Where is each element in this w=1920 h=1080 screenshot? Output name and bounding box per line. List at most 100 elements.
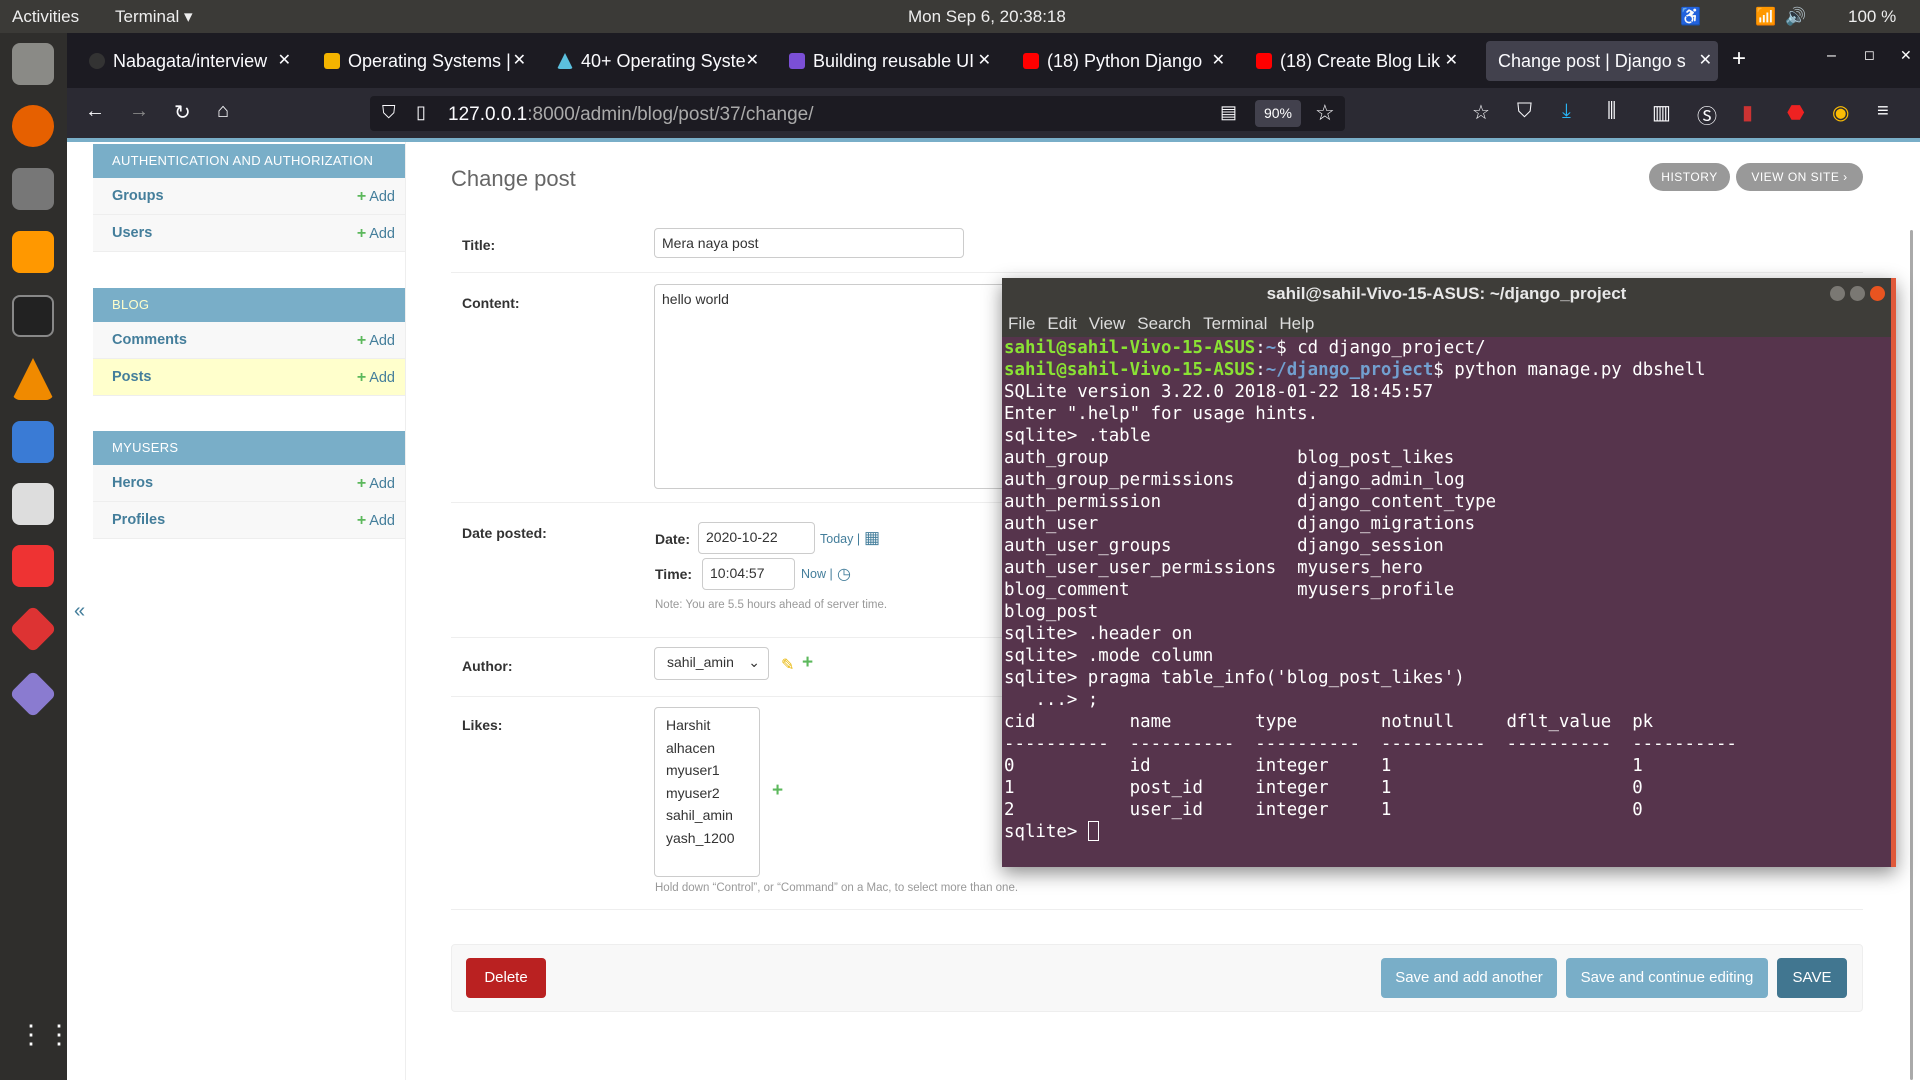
maximize-button[interactable]: ◻	[1864, 47, 1875, 63]
forward-icon[interactable]: →	[129, 100, 149, 123]
module-header[interactable]: AUTHENTICATION AND AUTHORIZATION	[93, 144, 405, 178]
text-editor-icon[interactable]	[12, 483, 54, 525]
git-icon[interactable]	[9, 605, 57, 653]
url-bar[interactable]: ⛉ ▯ 127.0.0.1:8000/admin/blog/post/37/ch…	[370, 96, 1345, 131]
add-link[interactable]: + Add	[357, 359, 395, 397]
close-tab-icon[interactable]: ✕	[746, 41, 759, 81]
close-tab-icon[interactable]: ✕	[513, 41, 526, 81]
menu-help[interactable]: Help	[1279, 314, 1314, 333]
sublime-text-icon[interactable]	[12, 231, 54, 273]
save-and-continue-button[interactable]: Save and continue editing	[1566, 958, 1768, 998]
back-icon[interactable]: ←	[85, 100, 105, 123]
close-window-button[interactable]: ✕	[1900, 47, 1912, 64]
wifi-icon[interactable]: 📶	[1755, 7, 1776, 27]
app-icon[interactable]	[9, 670, 57, 718]
time-input[interactable]: 10:04:57	[702, 558, 795, 590]
date-input[interactable]: 2020-10-22	[698, 522, 815, 554]
battery-level[interactable]: 100 %	[1848, 7, 1896, 27]
likes-option[interactable]: myuser2	[666, 782, 748, 805]
likes-option[interactable]: alhacen	[666, 737, 748, 760]
sidebar-item-comments[interactable]: Comments + Add	[93, 322, 405, 359]
zoom-level[interactable]: 90%	[1255, 100, 1301, 127]
volume-icon[interactable]: 🔊	[1785, 7, 1806, 27]
terminal-close-button[interactable]	[1870, 286, 1885, 301]
sidebar-item-users[interactable]: Users + Add	[93, 215, 405, 252]
bookmark-star-icon[interactable]: ☆	[1315, 100, 1335, 126]
new-tab-button[interactable]: +	[1732, 45, 1746, 73]
extension-icon[interactable]: ▮	[1742, 100, 1753, 125]
close-tab-icon[interactable]: ✕	[978, 41, 991, 81]
extension-s-icon[interactable]: Ⓢ	[1697, 100, 1717, 129]
page-scrollbar[interactable]	[1910, 230, 1913, 1080]
content-textarea[interactable]: hello world	[654, 284, 1014, 489]
module-header[interactable]: BLOG	[93, 288, 405, 322]
firefox-icon[interactable]	[12, 105, 54, 147]
add-link[interactable]: + Add	[357, 322, 395, 360]
browser-tab[interactable]: 40+ Operating Syste ✕	[545, 41, 765, 81]
save-button[interactable]: SAVE	[1777, 958, 1847, 998]
sidebar-icon[interactable]: ▥	[1652, 100, 1671, 125]
sidebar-item-posts[interactable]: Posts + Add	[93, 359, 405, 396]
menu-view[interactable]: View	[1089, 314, 1126, 333]
files-icon[interactable]	[12, 43, 54, 85]
reader-view-icon[interactable]: ▤	[1220, 102, 1237, 123]
history-button[interactable]: HISTORY	[1649, 163, 1730, 191]
sidebar-item-groups[interactable]: Groups + Add	[93, 178, 405, 215]
sidebar-item-heros[interactable]: Heros + Add	[93, 465, 405, 502]
close-tab-icon[interactable]: ✕	[1699, 41, 1712, 81]
title-input[interactable]: Mera naya post	[654, 228, 964, 258]
save-and-add-another-button[interactable]: Save and add another	[1381, 958, 1557, 998]
chrome-extension-icon[interactable]: ◉	[1832, 100, 1849, 125]
browser-tab[interactable]: (18) Create Blog Lik ✕	[1244, 41, 1464, 81]
library-icon[interactable]: ⫼	[1607, 100, 1616, 123]
sidebar-item-profiles[interactable]: Profiles + Add	[93, 502, 405, 539]
close-tab-icon[interactable]: ✕	[1445, 41, 1458, 81]
menu-terminal[interactable]: Terminal	[1203, 314, 1267, 333]
likes-option[interactable]: yash_1200	[666, 827, 748, 850]
module-header[interactable]: MYUSERS	[93, 431, 405, 465]
download-icon[interactable]: ⤓	[1562, 100, 1571, 123]
tasks-icon[interactable]	[12, 421, 54, 463]
terminal-titlebar[interactable]: sahil@sahil-Vivo-15-ASUS: ~/django_proje…	[1002, 278, 1891, 310]
browser-tab[interactable]: Building reusable UI ✕	[777, 41, 997, 81]
terminal-window[interactable]: sahil@sahil-Vivo-15-ASUS: ~/django_proje…	[1002, 278, 1896, 867]
activities-button[interactable]: Activities	[12, 7, 79, 27]
add-like-icon[interactable]: +	[772, 780, 783, 802]
vlc-icon[interactable]	[12, 358, 54, 400]
browser-tab-active[interactable]: Change post | Django s ✕	[1486, 41, 1718, 81]
browser-tab[interactable]: Operating Systems | ✕	[312, 41, 532, 81]
author-select[interactable]: sahil_amin ⌄	[654, 647, 769, 680]
close-tab-icon[interactable]: ✕	[278, 41, 291, 81]
add-link[interactable]: + Add	[357, 465, 395, 503]
add-author-icon[interactable]: +	[802, 652, 813, 674]
add-link[interactable]: + Add	[357, 502, 395, 540]
reload-icon[interactable]: ↻	[174, 100, 191, 125]
edit-pencil-icon[interactable]: ✎	[781, 655, 794, 675]
likes-option[interactable]: myuser1	[666, 759, 748, 782]
menu-icon[interactable]: ≡	[1877, 100, 1889, 123]
add-link[interactable]: + Add	[357, 178, 395, 216]
delete-button[interactable]: Delete	[466, 958, 546, 998]
close-tab-icon[interactable]: ✕	[1212, 41, 1225, 81]
browser-tab[interactable]: Nabagata/interview ✕	[77, 41, 297, 81]
document-viewer-icon[interactable]	[12, 545, 54, 587]
today-link[interactable]: Today |	[820, 532, 860, 546]
clock[interactable]: Mon Sep 6, 20:38:18	[908, 7, 1066, 27]
home-icon[interactable]: ⌂	[217, 100, 229, 123]
clock-icon[interactable]: ◷	[837, 564, 851, 584]
terminal-maximize-button[interactable]	[1850, 286, 1865, 301]
shield-icon[interactable]: ⛉	[1517, 100, 1532, 123]
terminal-output[interactable]: sahil@sahil-Vivo-15-ASUS:~$ cd django_pr…	[1002, 337, 1891, 843]
view-on-site-button[interactable]: VIEW ON SITE ›	[1736, 163, 1863, 191]
likes-multiselect[interactable]: Harshit alhacen myuser1 myuser2 sahil_am…	[654, 707, 760, 877]
now-link[interactable]: Now |	[801, 567, 833, 581]
likes-option[interactable]: Harshit	[666, 714, 748, 737]
terminal-minimize-button[interactable]	[1830, 286, 1845, 301]
calendar-icon[interactable]: ▦	[864, 528, 880, 548]
menu-file[interactable]: File	[1008, 314, 1035, 333]
settings-icon[interactable]	[12, 168, 54, 210]
likes-option[interactable]: sahil_amin	[666, 804, 748, 827]
accessibility-icon[interactable]: ♿	[1680, 7, 1701, 27]
menu-search[interactable]: Search	[1137, 314, 1191, 333]
adblock-icon[interactable]: ⬣	[1787, 100, 1804, 125]
